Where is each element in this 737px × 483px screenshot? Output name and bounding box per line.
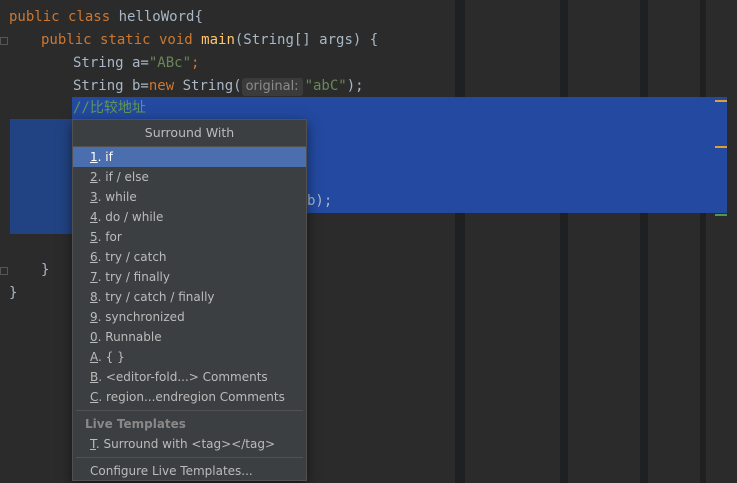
menu-item-try-catch[interactable]: 6. try / catch <box>73 247 306 267</box>
code-comment: //比较地址 <box>73 100 146 116</box>
menu-item-for[interactable]: 5. for <box>73 227 306 247</box>
menu-item-try-catch-finally[interactable]: 8. try / catch / finally <box>73 287 306 307</box>
menu-item-braces[interactable]: A. { } <box>73 347 306 367</box>
background-stripe <box>700 0 706 483</box>
code-line: } <box>9 285 18 301</box>
code-line: String b=new String(original: "abC"); <box>73 78 364 96</box>
menu-item-if[interactable]: 1. if <box>73 147 306 167</box>
menu-item-surround-with-tag[interactable]: T. Surround with <tag></tag> <box>73 434 306 454</box>
code-line: } <box>41 262 50 278</box>
menu-item-if-else[interactable]: 2. if / else <box>73 167 306 187</box>
selection-highlight <box>10 119 72 234</box>
warning-marker[interactable] <box>715 146 727 148</box>
menu-item-while[interactable]: 3. while <box>73 187 306 207</box>
surround-with-popup: Surround With 1. if 2. if / else 3. whil… <box>72 119 307 481</box>
background-stripe <box>455 0 465 483</box>
live-templates-header: Live Templates <box>85 417 186 431</box>
change-marker[interactable] <box>715 214 727 216</box>
menu-item-editor-fold-comments[interactable]: B. <editor-fold...> Comments <box>73 367 306 387</box>
code-line: b); <box>307 193 333 209</box>
menu-item-region-comments[interactable]: C. region...endregion Comments <box>73 387 306 407</box>
menu-item-runnable[interactable]: 0. Runnable <box>73 327 306 347</box>
code-line: String a="ABc"; <box>73 55 200 71</box>
menu-item-do-while[interactable]: 4. do / while <box>73 207 306 227</box>
code-editor[interactable]: public class helloWord{ public static vo… <box>0 0 737 483</box>
parameter-hint: original: <box>241 78 303 96</box>
popup-title: Surround With <box>73 120 306 147</box>
background-stripe <box>640 0 648 483</box>
menu-item-synchronized[interactable]: 9. synchronized <box>73 307 306 327</box>
code-line: public class helloWord{ <box>9 9 203 25</box>
fold-icon[interactable] <box>0 267 8 275</box>
background-stripe <box>560 0 568 483</box>
configure-live-templates[interactable]: Configure Live Templates... <box>73 461 306 481</box>
menu-separator <box>76 410 303 411</box>
warning-marker[interactable] <box>715 100 727 102</box>
menu-separator <box>76 457 303 458</box>
code-line: public static void main(String[] args) { <box>41 32 379 48</box>
fold-icon[interactable] <box>0 37 8 45</box>
menu-item-try-finally[interactable]: 7. try / finally <box>73 267 306 287</box>
